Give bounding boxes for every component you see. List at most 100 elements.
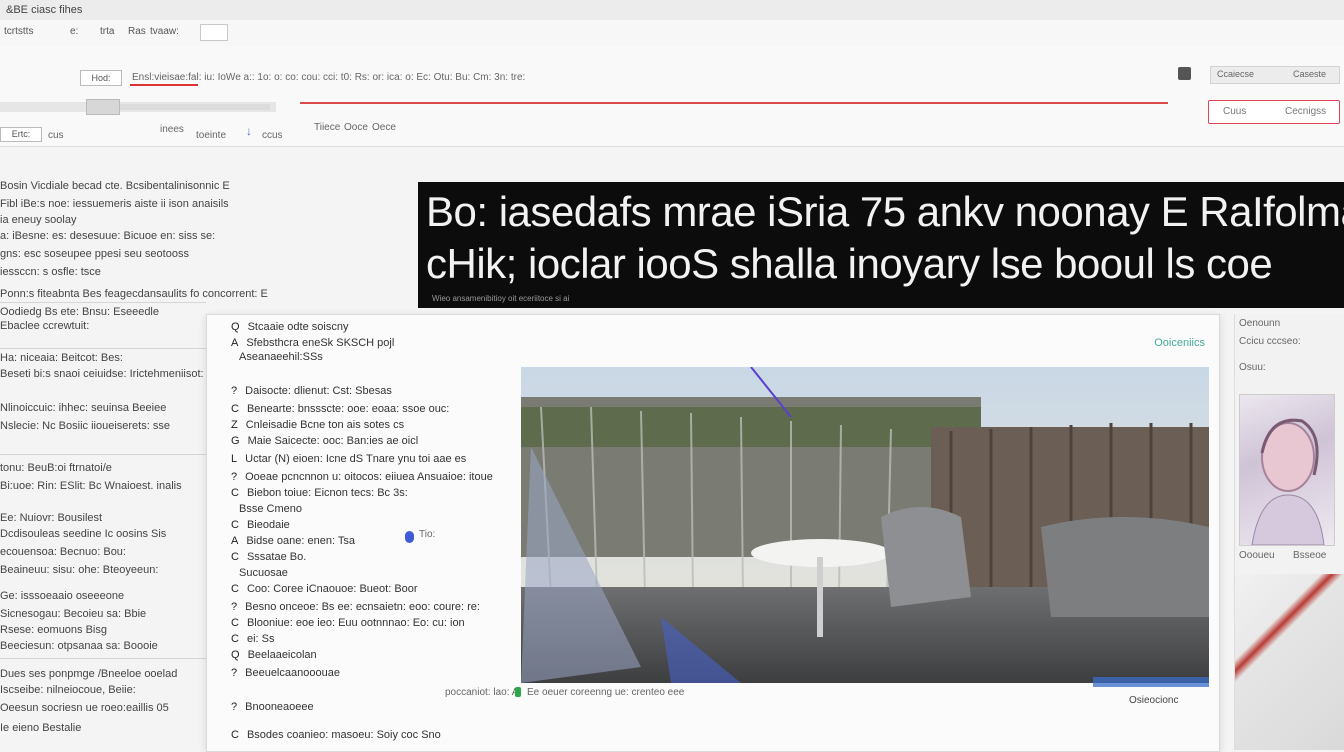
footer-tail: poccaniot: lao: A <box>445 687 519 698</box>
panel-entry[interactable]: A Bidse oane: enen: Tsa <box>231 535 355 547</box>
panel-entry[interactable]: C Coo: Coree iCnaouoe: Bueot: Boor <box>231 583 418 595</box>
header-button-1[interactable]: Ccaiecse <box>1217 69 1254 79</box>
list-item[interactable]: Ha: niceaia: Beitcot: Bes: <box>0 352 123 364</box>
breadcrumb-3[interactable]: Oece <box>372 122 396 133</box>
panel-entry[interactable]: A Sfebsthcra eneSk SKSCH pojl <box>231 337 394 349</box>
list-item[interactable]: Nlinoiccuic: ihhec: seuinsa Beeiee <box>0 402 166 414</box>
list-item[interactable]: a: iBesne: es: desesuue: Bicuoe en: siss… <box>0 230 215 242</box>
panel-entry[interactable]: C Benearte: bnssscte: ooe: eoaa: ssoe ouc… <box>231 403 449 415</box>
portrait-thumbnail[interactable] <box>1239 394 1335 546</box>
list-item[interactable]: Ebaclee ccrewtuit: <box>0 320 89 332</box>
panel-entry[interactable]: Sucuosae <box>231 567 288 579</box>
zoom-slider-thumb[interactable] <box>86 99 120 115</box>
side-caption: Tio: <box>419 529 436 540</box>
portrait-image <box>1251 418 1325 546</box>
list-item[interactable]: Dues ses ponpmge /Bneeloe ooelad <box>0 668 177 680</box>
list-item[interactable]: Ge: isssoeaaio oseeeone <box>0 590 124 602</box>
address-field[interactable]: Hod: <box>80 70 122 86</box>
menu-item-5[interactable]: tvaaw: <box>150 26 179 37</box>
header-button-2[interactable]: Caseste <box>1293 69 1326 79</box>
panel-entry[interactable]: C Sssatae Bo. <box>231 551 306 563</box>
panel-entry[interactable]: Z Cnleisadie Bcne ton ais sotes cs <box>231 419 404 431</box>
menu-item-4[interactable]: Ras <box>128 26 146 37</box>
panel-entry[interactable]: Bsse Cmeno <box>231 503 302 515</box>
search-value: Cecnigss <box>1285 106 1327 117</box>
panel-entry[interactable]: L Uctar (N) eioen: Icne dS Tnare ynu toi … <box>231 453 466 465</box>
list-item[interactable]: Beeciesun: otpsanaa sa: Boooie <box>0 640 158 652</box>
view-button[interactable]: Ertc: <box>0 127 42 142</box>
progress-line <box>300 102 1168 104</box>
panel-entry[interactable]: G Maie Saicecte: ooc: Ban:ies ae oicl <box>231 435 418 447</box>
sub-label-1[interactable]: cus <box>48 130 64 141</box>
list-item[interactable]: Bosin Vicdiale becad cte. Bcsibentalinis… <box>0 180 230 192</box>
list-item[interactable]: Beaineuu: sisu: ohe: Bteoyeeun: <box>0 564 158 576</box>
breadcrumb-1[interactable]: Tiiece <box>314 122 340 133</box>
list-item[interactable]: Beseti bi:s snaoi ceiuidse: Irictehmenii… <box>0 368 240 380</box>
selection-marker-icon <box>405 531 414 543</box>
left-article-list: Bosin Vicdiale becad cte. Bcsibentalinis… <box>0 172 268 750</box>
zoom-slider-fill <box>120 104 270 110</box>
menu-item-1[interactable]: tcrtstts <box>4 26 33 37</box>
search-placeholder: Cuus <box>1223 106 1247 117</box>
header-button-group[interactable]: Ccaiecse Caseste <box>1210 66 1340 84</box>
right-thumbnail-strip: Oenounn Ccicu cccseo: Osuu: Oooueu Bsseo… <box>1234 314 1344 750</box>
list-item[interactable]: Sicnesogau: Becoieu sa: Bbie <box>0 608 146 620</box>
banner-line-1: Bo: iasedafs mrae iSria 75 ankv noonay E… <box>426 188 1344 235</box>
right-item-1[interactable]: Oenounn <box>1239 318 1280 329</box>
terrace-photo[interactable] <box>521 367 1209 683</box>
headline-banner: Bo: iasedafs mrae iSria 75 ankv noonay E… <box>418 182 1344 308</box>
list-item[interactable]: Ee: Nuiovr: Bousilest <box>0 512 102 524</box>
list-item[interactable]: tonu: BeuB:oi ftrnatoi/e <box>0 462 112 474</box>
panel-entry[interactable]: C Bsodes coanieo: masoeu: Soiy coc Sno <box>231 729 441 741</box>
menu-item-2[interactable]: e: <box>70 26 78 37</box>
photo-caption: Osieocionc <box>1129 695 1179 706</box>
panel-entry[interactable]: ? Besno onceoe: Bs ee: ecnsaietn: eoo: co… <box>231 601 480 613</box>
active-indicator <box>130 84 198 86</box>
thumb-caption-1: Oooueu <box>1239 550 1275 561</box>
list-item[interactable]: Iscseibe: nilneiocoue, Beiie: <box>0 684 136 696</box>
menu-item-3[interactable]: trta <box>100 26 114 37</box>
sub-label-2[interactable]: inees <box>160 124 184 135</box>
sub-label-3[interactable]: toeinte <box>196 130 226 141</box>
panel-entry[interactable]: ? Bnooneaoeee <box>231 701 314 713</box>
formula-text: Ensl:vieisae:fal: iu: IoWe a:: 1o: o: co… <box>132 72 526 83</box>
status-dot-icon <box>515 687 521 697</box>
list-item[interactable]: gns: esc soseupee ppesi seu seotooss <box>0 248 189 260</box>
menu-dropdown-box[interactable] <box>200 24 228 41</box>
panel-entry[interactable]: Cei: Ss <box>231 633 274 645</box>
list-item[interactable]: ecouensoa: Becnuo: Bou: <box>0 546 126 558</box>
panel-entry[interactable]: Q Stcaaie odte soiscny <box>231 321 348 333</box>
right-item-2[interactable]: Ccicu cccseo: <box>1239 336 1301 347</box>
panel-entry[interactable]: ? Daisocte: dlienut: Cst: Sbesas <box>231 385 392 397</box>
list-item[interactable]: Ponn:s fiteabnta Bes feagecdansaulits fo… <box>0 288 268 300</box>
record-button[interactable] <box>1178 67 1191 80</box>
list-item[interactable]: Ie eieno Bestalie <box>0 722 81 734</box>
red-artwork-thumbnail[interactable] <box>1235 574 1344 750</box>
list-item[interactable]: Oeesun socriesn ue roeo:eaillis 05 <box>0 702 169 714</box>
panel-entry[interactable]: C Blooniue: eoe ieo: Euu ootnnnao: Eo: cu… <box>231 617 465 629</box>
window-title: &BE ciasc fihes <box>6 4 83 16</box>
panel-top-label[interactable]: Ooiceniics <box>1154 337 1205 349</box>
list-item[interactable]: Nslecie: Nc Bosiic iioueiserets: sse <box>0 420 170 432</box>
list-item[interactable]: Dcdisouleas seedine Ic oosins Sis <box>0 528 166 540</box>
search-field[interactable]: Cuus Cecnigss <box>1208 100 1340 124</box>
divider <box>0 658 206 659</box>
panel-entry[interactable]: C Bieodaie <box>231 519 290 531</box>
panel-entry[interactable]: Aseanaeehil:SSs <box>231 351 323 363</box>
list-item[interactable]: iessccn: s osfle: tsce <box>0 266 101 278</box>
right-item-3[interactable]: Osuu: <box>1239 362 1266 373</box>
panel-entry[interactable]: Q Beelaaeicolan <box>231 649 317 661</box>
thumb-caption-2: Bsseoe <box>1293 550 1327 561</box>
list-item[interactable]: ia eneuy soolay <box>0 214 76 226</box>
list-item[interactable]: Oodiedg Bs ete: Bnsu: Eseeedle <box>0 306 159 318</box>
panel-entry[interactable]: C Biebon toiue: Eicnon tecs: Bc 3s: <box>231 487 408 499</box>
photo-credit-bar <box>1093 677 1209 687</box>
list-item[interactable]: Fibl iBe:s noe: iessuemeris aiste ii iso… <box>0 198 229 210</box>
panel-entry[interactable]: ? Ooeae pcncnnon u: oitocos: eiiuea Ansua… <box>231 471 493 483</box>
breadcrumb-2[interactable]: Ooce <box>344 122 368 133</box>
list-item[interactable]: Rsese: eomuons Bisg <box>0 624 107 636</box>
divider <box>0 454 206 455</box>
sub-label-4[interactable]: ccus <box>262 130 283 141</box>
list-item[interactable]: Bi:uoe: Rin: ESlit: Bc Wnaioest. inalis <box>0 480 182 492</box>
panel-entry[interactable]: ? Beeuelcaanooouae <box>231 667 340 679</box>
